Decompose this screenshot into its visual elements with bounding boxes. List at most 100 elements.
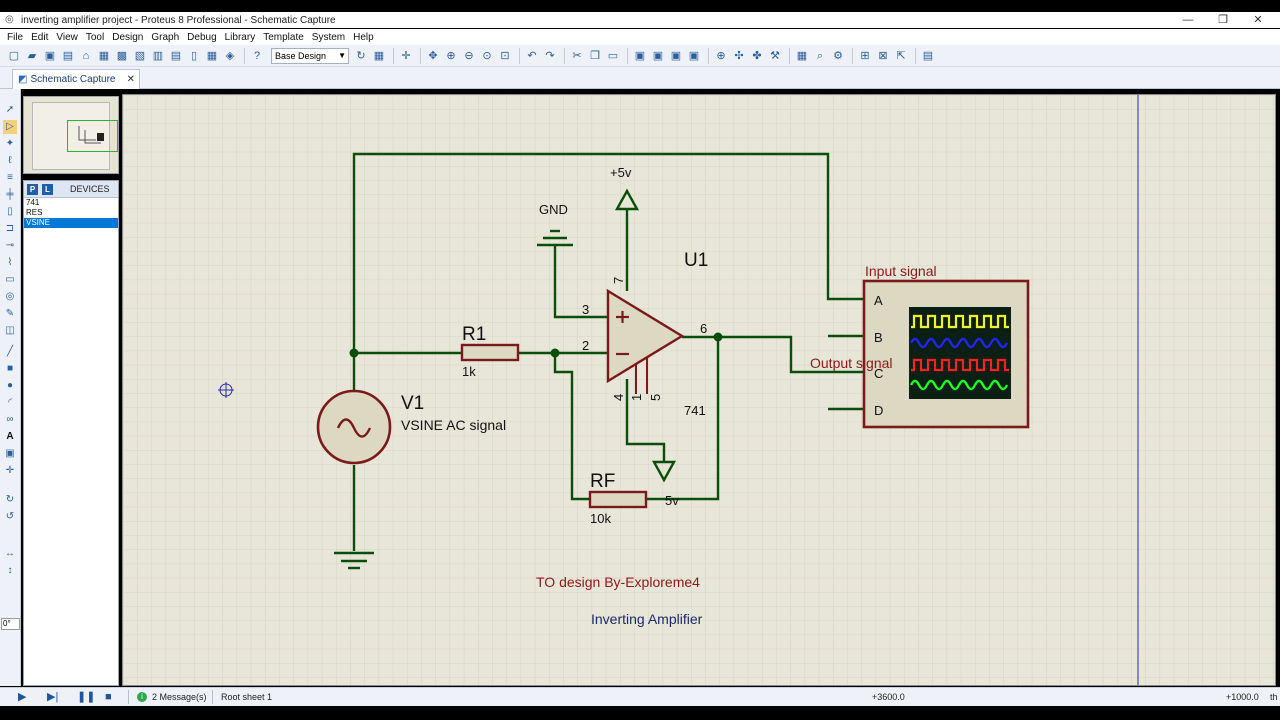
wire-autorouter-icon[interactable]: ▦: [794, 48, 810, 64]
oscilloscope[interactable]: [862, 279, 1030, 429]
zoom-all-icon[interactable]: ⊙: [479, 48, 495, 64]
tape-recorder-icon[interactable]: ▭: [3, 273, 17, 287]
new-file-icon[interactable]: ▢: [6, 48, 22, 64]
menu-system[interactable]: System: [309, 32, 350, 43]
open-folder-icon[interactable]: ▰: [24, 48, 40, 64]
marker-tool-icon[interactable]: ✛: [3, 464, 17, 478]
help-icon[interactable]: ?: [249, 48, 265, 64]
home-icon[interactable]: ⌂: [78, 48, 94, 64]
close-icon[interactable]: ✕: [127, 74, 135, 85]
menu-design[interactable]: Design: [109, 32, 148, 43]
menu-edit[interactable]: Edit: [28, 32, 53, 43]
select-mode-icon[interactable]: ➚: [3, 103, 17, 117]
zoom-in-icon[interactable]: ⊕: [443, 48, 459, 64]
import-icon[interactable]: ▤: [60, 48, 76, 64]
schematic-canvas[interactable]: +5v GND U1 741 3 2 6 7 4 1 5 R1 1k RF 10…: [122, 94, 1276, 686]
menu-debug[interactable]: Debug: [184, 32, 221, 43]
grid-icon[interactable]: ▦: [371, 48, 387, 64]
box-tool-icon[interactable]: ■: [3, 362, 17, 376]
text-tool-icon[interactable]: A: [3, 430, 17, 444]
zoom-out-icon[interactable]: ⊖: [461, 48, 477, 64]
circle-tool-icon[interactable]: ●: [3, 379, 17, 393]
overview-viewport-box[interactable]: [67, 120, 118, 152]
wire-label-mode-icon[interactable]: ℓ: [3, 154, 17, 168]
undo-icon[interactable]: ↶: [524, 48, 540, 64]
overview-window[interactable]: [23, 96, 119, 174]
subcircuit-mode-icon[interactable]: ▯: [3, 205, 17, 219]
gallery-icon[interactable]: ▧: [132, 48, 148, 64]
library-manager-button[interactable]: L: [42, 184, 53, 195]
netlist-icon[interactable]: ▦: [204, 48, 220, 64]
remove-sheet-icon[interactable]: ⊠: [875, 48, 891, 64]
menu-library[interactable]: Library: [222, 32, 261, 43]
generator-mode-icon[interactable]: ◎: [3, 290, 17, 304]
sim-icon[interactable]: ◈: [222, 48, 238, 64]
refresh-icon[interactable]: ↻: [353, 48, 369, 64]
pick-devices-button[interactable]: P: [27, 184, 38, 195]
report-icon[interactable]: ▤: [920, 48, 936, 64]
line-tool-icon[interactable]: ╱: [3, 345, 17, 359]
source-v1[interactable]: [316, 389, 392, 465]
pause-icon[interactable]: ❚❚: [77, 691, 95, 703]
menu-graph[interactable]: Graph: [148, 32, 184, 43]
flip-vertical-icon[interactable]: ↕: [3, 564, 17, 578]
block-move-icon[interactable]: ▣: [650, 48, 666, 64]
text-script-mode-icon[interactable]: ≡: [3, 171, 17, 185]
message-count[interactable]: 2 Message(s): [152, 692, 207, 702]
rotate-ccw-icon[interactable]: ↺: [3, 510, 17, 524]
terminals-mode-icon[interactable]: ⊐: [3, 222, 17, 236]
menu-view[interactable]: View: [53, 32, 83, 43]
minimize-button[interactable]: —: [1171, 12, 1205, 28]
new-sheet-icon[interactable]: ⊞: [857, 48, 873, 64]
pan-icon[interactable]: ✥: [425, 48, 441, 64]
copy-icon[interactable]: ❐: [587, 48, 603, 64]
block-rotate-icon[interactable]: ▣: [668, 48, 684, 64]
close-window-button[interactable]: ✕: [1241, 12, 1275, 28]
cut-icon[interactable]: ✂: [569, 48, 585, 64]
design-select[interactable]: Base Design ▼: [271, 47, 349, 64]
restore-button[interactable]: ❐: [1206, 12, 1240, 28]
paste-icon[interactable]: ▭: [605, 48, 621, 64]
pcb-icon[interactable]: ▩: [114, 48, 130, 64]
menu-file[interactable]: File: [4, 32, 28, 43]
schematic-icon[interactable]: ▦: [96, 48, 112, 64]
chip-icon[interactable]: ▥: [150, 48, 166, 64]
rotate-cw-icon[interactable]: ↻: [3, 493, 17, 507]
bom-icon[interactable]: ▤: [168, 48, 184, 64]
search-icon[interactable]: ⌕: [812, 48, 828, 64]
probe-mode-icon[interactable]: ✎: [3, 307, 17, 321]
zoom-area-icon[interactable]: ⊡: [497, 48, 513, 64]
make-device-icon[interactable]: ✣: [731, 48, 747, 64]
pick-device-icon[interactable]: ⊕: [713, 48, 729, 64]
schematic-drawing[interactable]: +5v GND U1 741 3 2 6 7 4 1 5 R1 1k RF 10…: [123, 95, 1275, 685]
document-icon[interactable]: ▯: [186, 48, 202, 64]
device-item-res[interactable]: RES: [24, 208, 118, 218]
instrument-mode-icon[interactable]: ◫: [3, 324, 17, 338]
package-icon[interactable]: ✤: [749, 48, 765, 64]
menu-help[interactable]: Help: [350, 32, 379, 43]
rotation-angle-field[interactable]: 0°: [1, 618, 20, 630]
stop-icon[interactable]: ■: [105, 691, 112, 703]
block-copy-icon[interactable]: ▣: [632, 48, 648, 64]
redo-icon[interactable]: ↷: [542, 48, 558, 64]
property-tool-icon[interactable]: ⚙: [830, 48, 846, 64]
arc-tool-icon[interactable]: ◜: [3, 396, 17, 410]
path-tool-icon[interactable]: ∞: [3, 413, 17, 427]
flip-horizontal-icon[interactable]: ↔: [3, 547, 17, 561]
buses-mode-icon[interactable]: ╪: [3, 188, 17, 202]
block-delete-icon[interactable]: ▣: [686, 48, 702, 64]
resistor-r1[interactable]: [460, 343, 520, 362]
junction-mode-icon[interactable]: ✦: [3, 137, 17, 151]
tab-schematic-capture[interactable]: ◩ Schematic Capture ✕: [12, 69, 140, 89]
origin-icon[interactable]: ✛: [398, 48, 414, 64]
resistor-rf[interactable]: [588, 490, 648, 509]
symbol-tool-icon[interactable]: ▣: [3, 447, 17, 461]
decompose-icon[interactable]: ⚒: [767, 48, 783, 64]
pin-mode-icon[interactable]: ⊸: [3, 239, 17, 253]
graph-mode-icon[interactable]: ⌇: [3, 256, 17, 270]
component-mode-icon[interactable]: ▷: [3, 120, 17, 134]
play-icon[interactable]: ▶: [18, 691, 26, 703]
save-icon[interactable]: ▣: [42, 48, 58, 64]
step-icon[interactable]: ▶|: [47, 691, 58, 703]
menu-tool[interactable]: Tool: [83, 32, 109, 43]
